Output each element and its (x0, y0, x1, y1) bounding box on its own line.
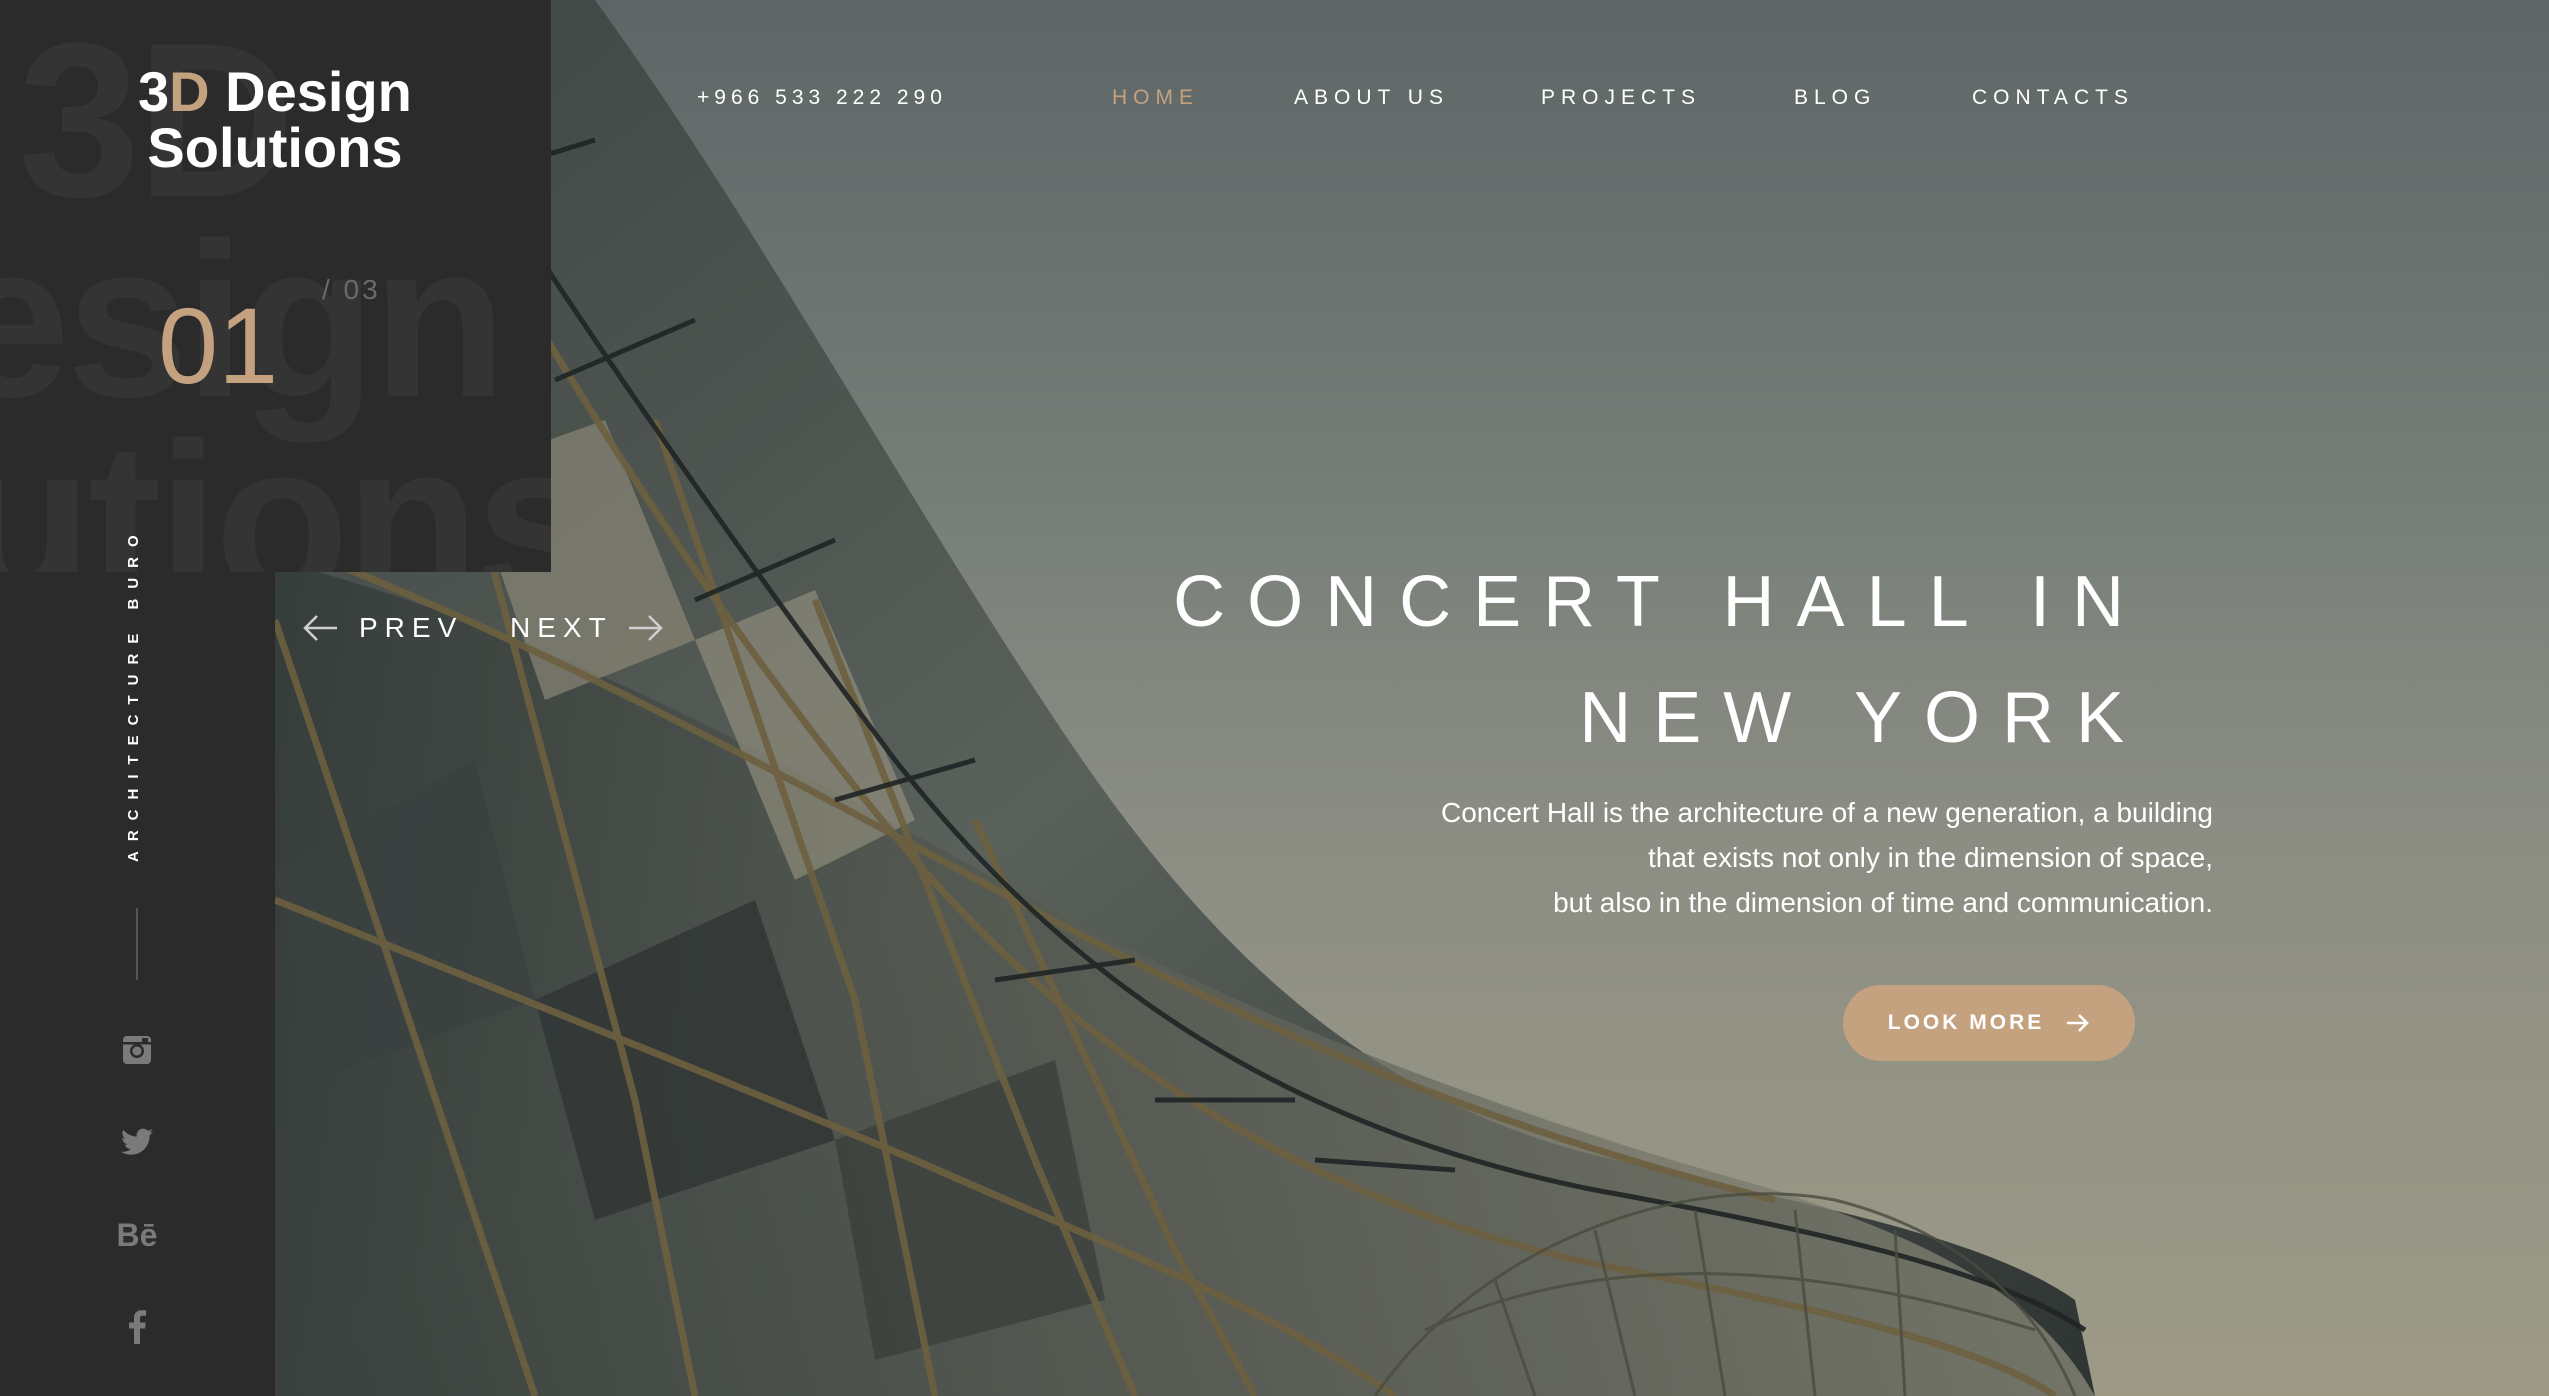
slide-counter-current: 01 (158, 285, 279, 406)
nav-about-us[interactable]: ABOUT US (1294, 86, 1449, 110)
nav-home[interactable]: HOME (1112, 86, 1199, 110)
hero-title: CONCERT HALL IN NEW YORK (1173, 544, 2146, 776)
instagram-icon (123, 1036, 151, 1064)
look-more-button[interactable]: LOOK MORE (1843, 985, 2135, 1061)
next-button[interactable]: NEXT (510, 612, 663, 644)
logo-line-1: 3D Design (138, 60, 412, 123)
facebook-icon (129, 1310, 146, 1344)
twitter-link[interactable] (112, 1117, 162, 1167)
facebook-link[interactable] (112, 1302, 162, 1352)
sidebar-divider (136, 908, 138, 980)
behance-link[interactable]: Bē (112, 1210, 162, 1260)
arrow-right-icon (2067, 1014, 2090, 1032)
logo[interactable]: 3D Design Solutions (138, 64, 412, 176)
phone-number[interactable]: +966 533 222 290 (697, 86, 947, 110)
arrow-left-icon (303, 615, 337, 641)
prev-button[interactable]: PREV (303, 612, 463, 644)
architecture-buro-label: ARCHITECTURE BURO (125, 525, 142, 862)
nav-projects[interactable]: PROJECTS (1541, 86, 1701, 110)
logo-line-2: Solutions (147, 116, 403, 179)
instagram-link[interactable] (112, 1025, 162, 1075)
behance-icon: Bē (116, 1216, 158, 1253)
twitter-icon (121, 1128, 153, 1155)
hero-title-line-1: CONCERT HALL IN (1173, 562, 2146, 642)
nav-blog[interactable]: BLOG (1794, 86, 1876, 110)
slide-counter-total: / 03 (322, 274, 381, 305)
hero-title-line-2: NEW YORK (1579, 678, 2146, 758)
arrow-right-icon (628, 615, 663, 641)
hero-description: Concert Hall is the architecture of a ne… (1441, 797, 2213, 918)
nav-contacts[interactable]: CONTACTS (1972, 86, 2134, 110)
